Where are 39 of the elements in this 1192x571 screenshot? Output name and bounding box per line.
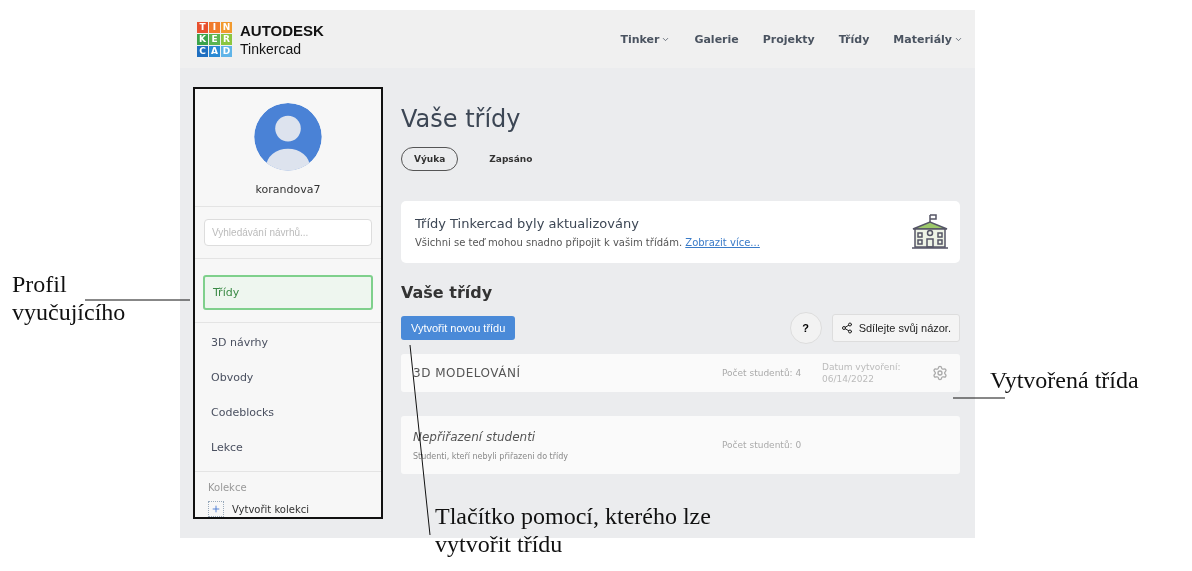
create-class-button[interactable]: Vytvořit novou třídu [401,316,516,340]
nav-link[interactable]: Galerie [694,32,739,46]
feedback-button[interactable]: Sdílejte svůj názor. [831,314,960,342]
nav-link[interactable]: Třídy [838,32,870,46]
search-field[interactable]: Vyhledávání návrhů... [204,218,372,247]
class-card[interactable]: 3D MODELOVÁNÍ Počet studentů: 4 Datum vytvoření: 06/14/2022 [401,354,960,392]
annotation-text: Vytvořená třída [990,366,1139,395]
username: korandova7 [254,182,322,196]
create-collection-link[interactable]: Vytvořit kolekci [208,501,381,517]
sidebar-item[interactable]: Třídy [203,275,373,311]
settings-icon[interactable] [932,365,948,381]
class-name: 3D MODELOVÁNÍ [413,366,522,380]
nav-link[interactable]: Materiály [893,32,963,46]
school-icon [910,213,950,251]
nav-link[interactable]: Tinker [620,32,671,46]
sidebar-item[interactable]: Codeblocks [203,397,373,429]
tab[interactable]: Zapsáno [476,147,546,171]
student-count: Počet studentů: 0 [722,440,803,450]
product-name: Tinkercad [240,40,302,57]
notice-text: Všichni se teď mohou snadno připojit k vašim třídám. Zobrazit více... [415,237,761,248]
sidebar-item[interactable]: 3D návrhy [203,327,373,359]
student-count: Počet studentů: 4 [722,368,803,378]
share-icon [840,322,853,334]
section-title: Vaše třídy [401,283,494,302]
plus-icon [208,501,224,517]
notice-title: Třídy Tinkercad byly aktualizovány [415,216,640,231]
creation-date: 06/14/2022 [822,374,875,384]
help-button[interactable]: ? [789,312,822,344]
sidebar-item[interactable]: Lekce [203,432,373,464]
page-title: Vaše třídy [401,105,522,133]
leader-line [952,397,1006,399]
brand-name: AUTODESK [240,21,324,39]
section-heading: Kolekce [208,482,248,493]
annotation-text: Tlačítko pomocí, kterého lze vytvořit třídu [435,502,711,559]
date-label: Datum vytvoření: [822,362,902,372]
annotation-text: Profil vyučujícího [12,270,126,327]
nav-link[interactable]: Projekty [762,32,815,46]
sidebar-item[interactable]: Obvody [203,362,373,394]
more-link[interactable]: Zobrazit více... [685,237,760,248]
